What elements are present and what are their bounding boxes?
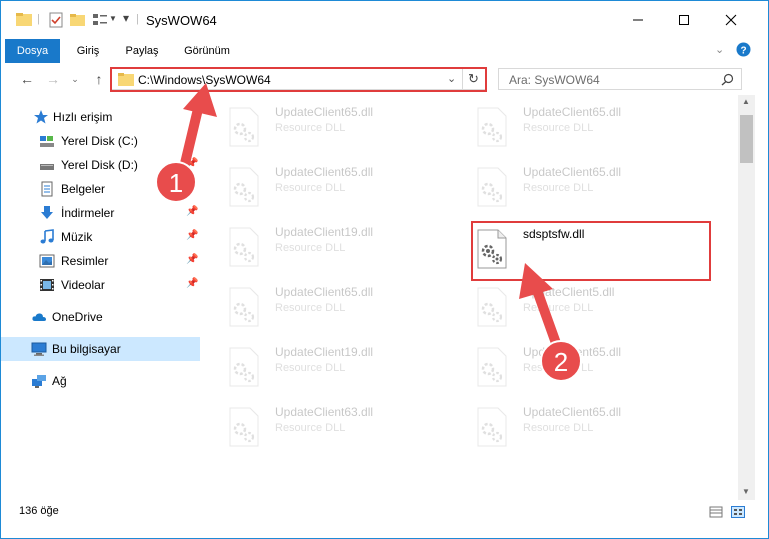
step-2-number: 2 bbox=[554, 347, 568, 377]
step-1-number: 1 bbox=[169, 168, 183, 198]
step-2-badge: 2 bbox=[540, 340, 582, 382]
arrow-2 bbox=[519, 263, 562, 351]
step-1-badge: 1 bbox=[155, 161, 197, 203]
annotation-overlay: 1 2 bbox=[155, 83, 582, 382]
explorer-window: | ▼ ▾ | SysWOW64 Dosya Giriş Paylaş Görü… bbox=[0, 0, 769, 539]
arrow-1 bbox=[177, 83, 217, 181]
